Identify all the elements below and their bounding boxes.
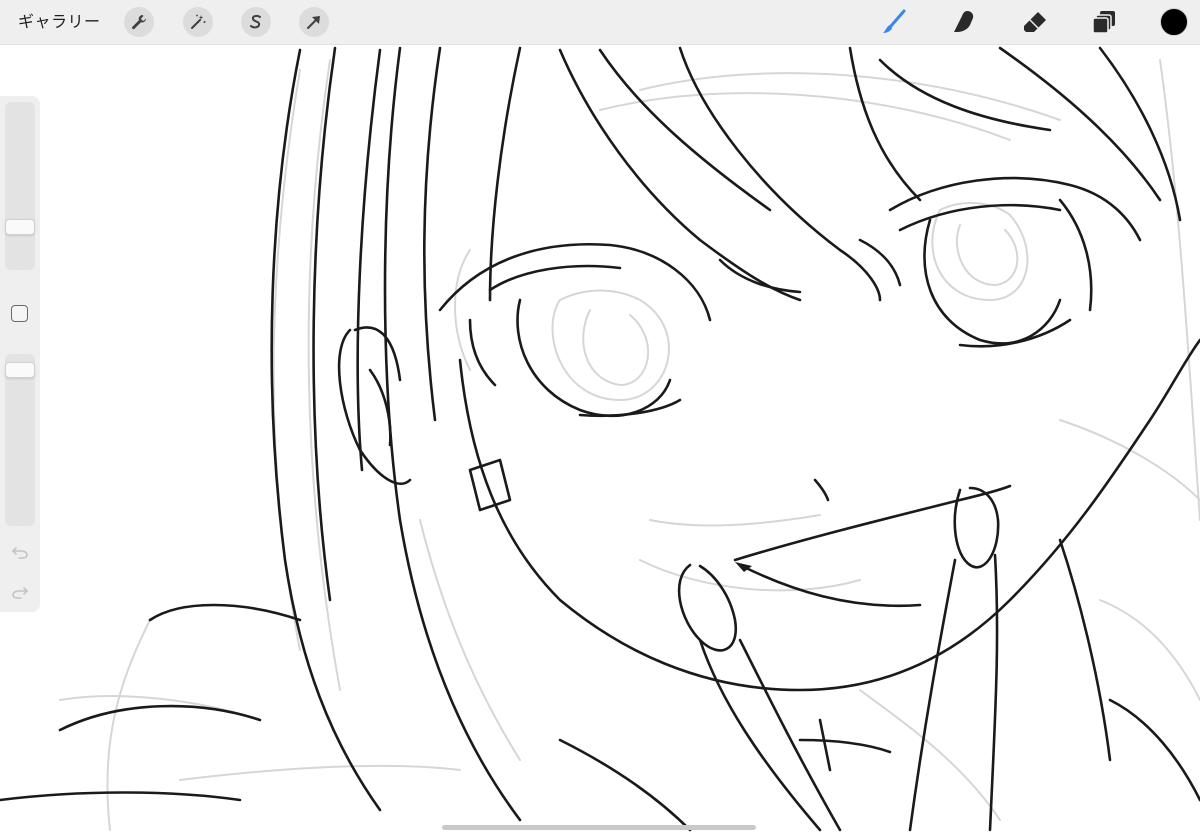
gallery-button[interactable]: ギャラリー bbox=[18, 9, 101, 35]
redo-button[interactable] bbox=[8, 582, 32, 604]
opacity-slider[interactable] bbox=[5, 354, 35, 526]
line-art-drawing bbox=[0, 46, 1200, 832]
transform-button[interactable] bbox=[299, 7, 329, 37]
adjustments-button[interactable] bbox=[183, 7, 213, 37]
undo-button[interactable] bbox=[8, 542, 32, 564]
opacity-slider-thumb[interactable] bbox=[5, 361, 35, 378]
smudge-tool-button[interactable] bbox=[948, 6, 980, 38]
selection-button[interactable] bbox=[241, 7, 271, 37]
wrench-icon bbox=[132, 15, 146, 30]
brush-size-slider-thumb[interactable] bbox=[5, 219, 35, 236]
eraser-icon bbox=[1024, 12, 1046, 32]
brush-icon bbox=[883, 9, 906, 33]
modify-square-button[interactable] bbox=[11, 305, 28, 322]
top-toolbar: ギャラリー bbox=[0, 0, 1200, 45]
arrow-cursor-icon bbox=[307, 16, 320, 29]
layers-button[interactable] bbox=[1089, 6, 1121, 38]
left-sidebar bbox=[0, 96, 40, 612]
selection-s-icon bbox=[250, 14, 261, 29]
eraser-tool-button[interactable] bbox=[1019, 6, 1051, 38]
brush-tool-button[interactable] bbox=[878, 6, 910, 38]
layers-icon bbox=[1092, 11, 1115, 34]
redo-icon bbox=[12, 587, 28, 599]
undo-icon bbox=[12, 547, 28, 559]
drawing-canvas[interactable] bbox=[0, 0, 1200, 838]
color-picker-swatch[interactable] bbox=[1160, 8, 1188, 36]
actions-button[interactable] bbox=[124, 7, 154, 37]
smudge-finger-icon bbox=[954, 11, 974, 32]
home-indicator-bar bbox=[442, 825, 756, 830]
brush-size-slider[interactable] bbox=[5, 102, 35, 270]
magic-wand-icon bbox=[191, 14, 206, 29]
